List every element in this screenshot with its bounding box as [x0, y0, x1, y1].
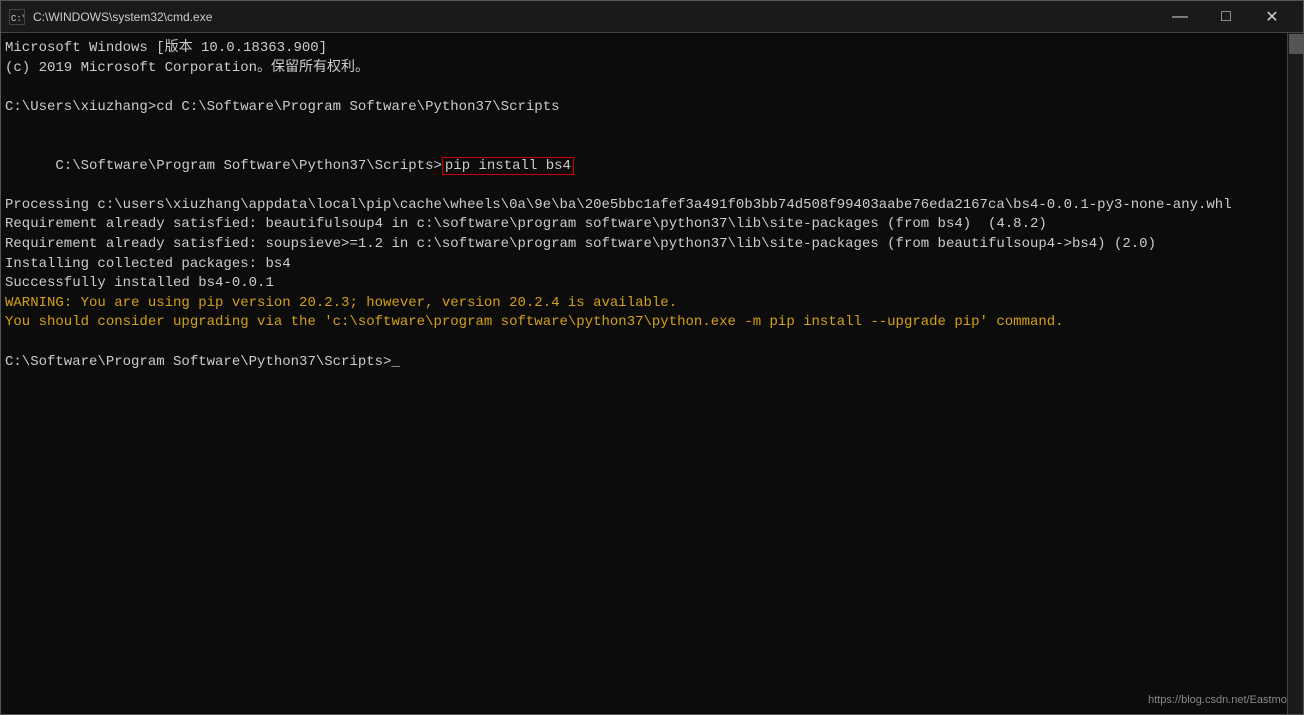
terminal-line: Requirement already satisfied: soupsieve… — [5, 235, 1299, 255]
terminal-line: Processing c:\users\xiuzhang\appdata\loc… — [5, 196, 1299, 216]
pip-command: pip install bs4 — [442, 157, 574, 175]
title-bar: C:\ C:\WINDOWS\system32\cmd.exe — □ ✕ — [1, 1, 1303, 33]
terminal-line — [5, 78, 1299, 98]
maximize-button[interactable]: □ — [1203, 1, 1249, 33]
minimize-button[interactable]: — — [1157, 1, 1203, 33]
cmd-window: C:\ C:\WINDOWS\system32\cmd.exe — □ ✕ Mi… — [0, 0, 1304, 715]
terminal-line: Microsoft Windows [版本 10.0.18363.900] — [5, 39, 1299, 59]
terminal-line: (c) 2019 Microsoft Corporation。保留所有权利。 — [5, 59, 1299, 79]
scrollbar[interactable] — [1287, 33, 1303, 714]
close-button[interactable]: ✕ — [1249, 1, 1295, 33]
terminal-line: Requirement already satisfied: beautiful… — [5, 215, 1299, 235]
terminal-prompt-line: C:\Software\Program Software\Python37\Sc… — [5, 353, 1299, 373]
watermark: https://blog.csdn.net/Eastmou — [1148, 693, 1293, 708]
svg-text:C:\: C:\ — [11, 14, 24, 24]
terminal-line: Installing collected packages: bs4 — [5, 255, 1299, 275]
terminal-warning-line: WARNING: You are using pip version 20.2.… — [5, 294, 1299, 314]
terminal-warning-line2: You should consider upgrading via the 'c… — [5, 313, 1299, 333]
window-controls: — □ ✕ — [1157, 1, 1295, 33]
terminal-line — [5, 117, 1299, 137]
terminal-pip-command-line: C:\Software\Program Software\Python37\Sc… — [5, 137, 1299, 196]
terminal-line: Successfully installed bs4-0.0.1 — [5, 274, 1299, 294]
cmd-icon: C:\ — [9, 9, 25, 25]
terminal-line: C:\Users\xiuzhang>cd C:\Software\Program… — [5, 98, 1299, 118]
window-title: C:\WINDOWS\system32\cmd.exe — [33, 10, 1157, 24]
scrollbar-thumb[interactable] — [1289, 34, 1303, 54]
terminal-body[interactable]: Microsoft Windows [版本 10.0.18363.900] (c… — [1, 33, 1303, 714]
terminal-line — [5, 333, 1299, 353]
prompt-text: C:\Software\Program Software\Python37\Sc… — [55, 158, 441, 174]
